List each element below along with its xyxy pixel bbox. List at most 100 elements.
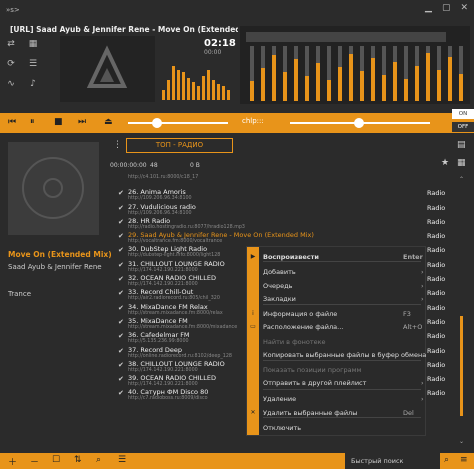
volume-thumb[interactable]	[354, 118, 364, 128]
check-icon[interactable]: ✔	[118, 389, 124, 397]
star-icon[interactable]: ★	[441, 158, 449, 168]
check-icon[interactable]: ✔	[118, 318, 124, 326]
menu-item[interactable]: Копировать выбранные файлы в буфер обмен…	[263, 350, 426, 360]
sort-icon[interactable]: ⇅	[74, 455, 82, 465]
eq-band-level[interactable]	[294, 59, 298, 101]
eq-band-level[interactable]	[360, 71, 364, 101]
list-icon[interactable]: ☰	[118, 455, 126, 465]
search-go-icon[interactable]: ⌕	[444, 455, 449, 465]
eq-preamp[interactable]	[246, 32, 446, 42]
check-icon[interactable]: ✔	[118, 204, 124, 212]
player-window: »s> ▁ ▢ ✕ [URL] Saad Ayub & Jennifer Ren…	[0, 0, 474, 469]
eq-band-level[interactable]	[393, 62, 397, 101]
menu-item[interactable]: Информация о файле F3	[263, 309, 411, 319]
eject-icon[interactable]: ⏏	[104, 117, 113, 127]
menu-item[interactable]: Найти в фонотеке	[263, 337, 326, 347]
stop-icon[interactable]: ■	[54, 117, 63, 127]
eq-band-level[interactable]	[327, 80, 331, 101]
row-title: 31. CHILLOUT LOUNGE RADIO	[128, 259, 225, 268]
scrollbar[interactable]: ⌃ ⌄	[456, 176, 466, 450]
add-icon[interactable]: ＋	[8, 455, 17, 468]
check-icon[interactable]: ✔	[118, 361, 124, 369]
maximize-icon[interactable]: ▢	[442, 3, 451, 13]
eq-band-level[interactable]	[371, 58, 375, 101]
prev-icon[interactable]: ⏮	[8, 117, 16, 127]
check-icon[interactable]: ✔	[118, 261, 124, 269]
check-icon[interactable]: ✔	[118, 218, 124, 226]
eq-band-level[interactable]	[448, 57, 452, 101]
eq-band-level[interactable]	[382, 75, 386, 101]
menu-item[interactable]: Удалить выбранные файлы Del	[263, 408, 414, 418]
eq-band-level[interactable]	[437, 70, 441, 101]
pause-icon[interactable]: ⏸	[30, 117, 35, 127]
on-toggle[interactable]: ON	[452, 109, 474, 119]
check-icon[interactable]: ✔	[118, 289, 124, 297]
playlist-row[interactable]: ✔ 28. HR Radio http://radio.hostingradio.r…	[107, 217, 453, 231]
eq-bands[interactable]	[246, 46, 464, 101]
close-icon[interactable]: ✕	[460, 3, 468, 13]
eq-band-level[interactable]	[316, 63, 320, 101]
scroll-up-icon[interactable]: ⌃	[459, 176, 464, 183]
off-toggle[interactable]: OFF	[452, 122, 474, 132]
menu-dots-icon[interactable]: ⋮	[113, 140, 122, 150]
now-playing-title: Move On (Extended Mix)	[8, 250, 112, 259]
eq-band-level[interactable]	[404, 79, 408, 101]
check-icon[interactable]: ✔	[118, 275, 124, 283]
select-icon[interactable]: ☐	[52, 455, 60, 465]
eq-band-level[interactable]	[305, 76, 309, 101]
menu-item-label: Удалить выбранные файлы	[263, 409, 358, 417]
eq-band-level[interactable]	[261, 68, 265, 101]
shuffle-icon[interactable]: ⇄	[5, 38, 17, 50]
tab-top-radio[interactable]: ТОП - РАДИО	[126, 138, 233, 153]
remove-icon[interactable]: －	[30, 455, 39, 468]
menu-item[interactable]: Очередь ›	[263, 281, 424, 291]
menu-item[interactable]: Добавить ›	[263, 267, 424, 277]
check-icon[interactable]: ✔	[118, 189, 124, 197]
check-icon[interactable]: ✔	[118, 375, 124, 383]
wave-icon[interactable]: ∿	[5, 78, 17, 90]
playlist-row[interactable]: ✔ 26. Anima Amoris http://109.206.96.34:81…	[107, 188, 453, 202]
row-type: Radio	[427, 303, 446, 312]
scroll-down-icon[interactable]: ⌄	[459, 438, 464, 445]
menu-item[interactable]: Отключить	[263, 423, 301, 433]
sliders-icon[interactable]: ☰	[27, 58, 39, 70]
repeat-icon[interactable]: ⟳	[5, 58, 17, 70]
row-type: Radio	[427, 260, 446, 269]
menu-item[interactable]: Удаление ›	[263, 394, 424, 404]
check-icon[interactable]: ✔	[118, 347, 124, 355]
grid-icon[interactable]: ▦	[27, 38, 39, 50]
eq-band-level[interactable]	[338, 67, 342, 101]
seek-bar[interactable]	[128, 122, 228, 124]
nav-icon[interactable]: »s>	[6, 6, 20, 14]
speaker-icon[interactable]: ♪	[27, 78, 39, 90]
list-view-icon[interactable]: ▤	[457, 140, 466, 150]
seek-thumb[interactable]	[152, 118, 162, 128]
quick-search-input[interactable]: Быстрый поиск	[345, 453, 440, 469]
eq-band-level[interactable]	[250, 81, 254, 101]
eq-band-level[interactable]	[459, 74, 463, 101]
scroll-thumb[interactable]	[460, 316, 463, 416]
playlist-row[interactable]: ✔ 29. Saad Ayub & Jennifer Rene - Move On…	[107, 231, 453, 245]
check-icon[interactable]: ✔	[118, 232, 124, 240]
menu-icon[interactable]: ≡	[460, 455, 468, 465]
check-icon[interactable]: ✔	[118, 246, 124, 254]
check-icon[interactable]: ✔	[118, 304, 124, 312]
eq-band-level[interactable]	[349, 54, 353, 101]
menu-item[interactable]: Воспроизвести Enter	[263, 252, 423, 262]
search-icon[interactable]: ⌕	[96, 455, 101, 465]
next-icon[interactable]: ⏭	[78, 117, 86, 127]
menu-item[interactable]: Закладки ›	[263, 294, 424, 304]
minimize-icon[interactable]: ▁	[425, 3, 432, 13]
menu-item[interactable]: Расположение файла... Alt+O	[263, 322, 422, 332]
playlist-row[interactable]: ✔ 27. Vudulicious radio http://109.206.96.…	[107, 203, 453, 217]
grid-view-icon[interactable]: ▦	[457, 158, 466, 168]
spectrum-bar	[217, 84, 220, 100]
eq-band-level[interactable]	[415, 66, 419, 101]
check-icon[interactable]: ✔	[118, 332, 124, 340]
playlist-row[interactable]: http://c4.101.ru:8000/c18_17	[107, 174, 453, 188]
eq-band-level[interactable]	[272, 55, 276, 101]
menu-item[interactable]: Показать позиции программ	[263, 365, 361, 375]
eq-band-level[interactable]	[283, 72, 287, 101]
eq-band-level[interactable]	[426, 53, 430, 101]
menu-item[interactable]: Отправить в другой плейлист ›	[263, 378, 424, 388]
